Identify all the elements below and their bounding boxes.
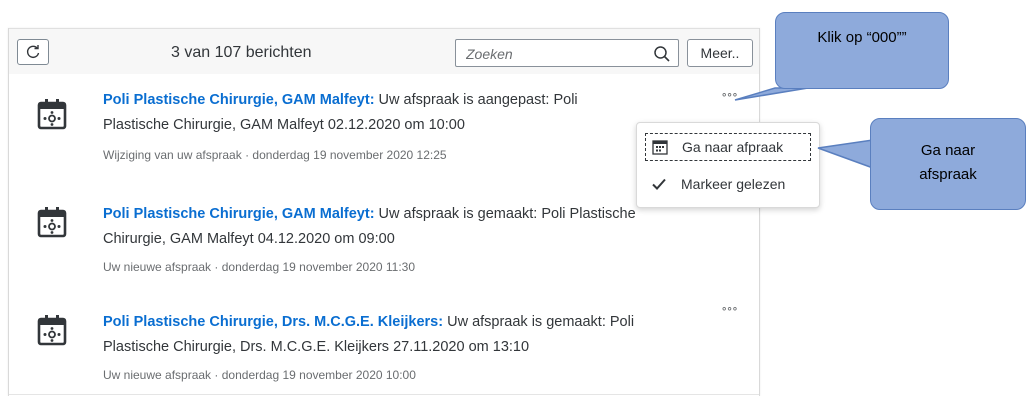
meta-separator: · — [245, 148, 250, 162]
calendar-icon — [37, 315, 67, 346]
message-sender[interactable]: Poli Plastische Chirurgie, Drs. M.C.G.E.… — [103, 314, 443, 330]
message-sender[interactable]: Poli Plastische Chirurgie, GAM Malfeyt: — [103, 206, 375, 222]
ellipsis-icon[interactable]: °°° — [722, 306, 738, 318]
message-meta: Uw nieuwe afspraak · donderdag 19 novemb… — [103, 260, 415, 274]
message-body-line1: Uw afspraak is gemaakt: Poli Plastische — [374, 206, 636, 222]
search-field[interactable] — [455, 39, 679, 67]
menu-item-label: Ga naar afpraak — [682, 139, 784, 155]
callout-click-more: Klik op “000”” — [775, 12, 949, 89]
refresh-button[interactable] — [17, 39, 49, 65]
notification-panel: 3 van 107 berichten Meer.. Poli Plastisc… — [8, 28, 760, 396]
message-text: Poli Plastische Chirurgie, GAM Malfeyt: … — [103, 88, 715, 138]
calendar-icon — [37, 99, 67, 130]
callout-text: Klik op “000”” — [817, 29, 907, 46]
message-category: Uw nieuwe afspraak — [103, 368, 212, 382]
menu-item-go-to-appointment[interactable]: Ga naar afpraak — [645, 133, 811, 161]
message-timestamp: donderdag 19 november 2020 10:00 — [221, 368, 416, 382]
ellipsis-icon[interactable]: °°° — [722, 92, 738, 104]
search-icon[interactable] — [652, 44, 672, 64]
message-body-line1: Uw afspraak is gemaakt: Poli — [443, 314, 635, 330]
search-input[interactable] — [464, 43, 648, 65]
menu-item-mark-read[interactable]: Markeer gelezen — [645, 171, 811, 199]
message-timestamp: donderdag 19 november 2020 12:25 — [252, 148, 447, 162]
message-text: Poli Plastische Chirurgie, GAM Malfeyt: … — [103, 202, 715, 252]
refresh-icon — [26, 45, 40, 59]
meta-separator: · — [214, 368, 219, 382]
message-body-line2: Plastische Chirurgie, GAM Malfeyt 02.12.… — [103, 117, 465, 133]
callout-text-line1: Ga naar — [920, 142, 976, 159]
list-item[interactable]: Poli Plastische Chirurgie, Drs. M.C.G.E.… — [9, 286, 759, 395]
toolbar: 3 van 107 berichten Meer.. — [9, 28, 759, 76]
message-category: Wijziging van uw afspraak — [103, 148, 242, 162]
menu-item-label: Markeer gelezen — [681, 176, 786, 192]
calendar-icon — [37, 207, 67, 238]
message-meta: Wijziging van uw afspraak · donderdag 19… — [103, 148, 447, 162]
message-sender[interactable]: Poli Plastische Chirurgie, GAM Malfeyt: — [103, 92, 375, 108]
message-category: Uw nieuwe afspraak — [103, 260, 212, 274]
message-text: Poli Plastische Chirurgie, Drs. M.C.G.E.… — [103, 310, 715, 360]
meta-separator: · — [214, 260, 219, 274]
callout-go-to-appointment: Ga naar afspraak — [870, 118, 1026, 210]
message-body-line2: Chirurgie, GAM Malfeyt 04.12.2020 om 09:… — [103, 231, 395, 247]
message-count: 3 van 107 berichten — [171, 44, 312, 61]
message-body-line1: Uw afspraak is aangepast: Poli — [374, 92, 578, 108]
action-menu: Ga naar afpraak Markeer gelezen — [636, 122, 820, 208]
message-body-line2: Plastische Chirurgie, Drs. M.C.G.E. Klei… — [103, 339, 530, 355]
callout-text-line2: afspraak — [919, 166, 977, 183]
checkmark-icon — [652, 178, 666, 190]
message-meta: Uw nieuwe afspraak · donderdag 19 novemb… — [103, 368, 416, 382]
more-button[interactable]: Meer.. — [687, 39, 753, 67]
calendar-icon — [652, 140, 668, 155]
message-timestamp: donderdag 19 november 2020 11:30 — [221, 260, 416, 274]
callout-tail-go-to — [817, 139, 874, 170]
